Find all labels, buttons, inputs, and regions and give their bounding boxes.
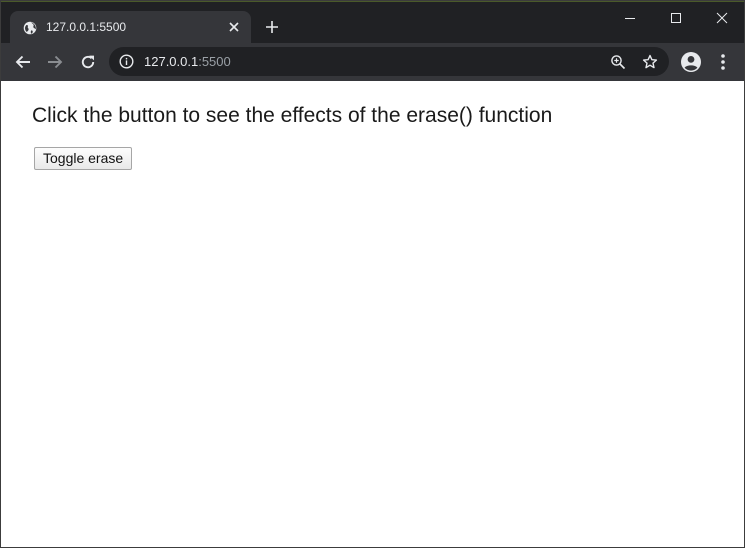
globe-icon: [23, 21, 37, 35]
window-close-icon[interactable]: [699, 4, 744, 32]
tab-strip: 127.0.0.1:5500: [1, 1, 744, 45]
url-port: :5500: [198, 54, 231, 69]
profile-icon[interactable]: [680, 51, 702, 73]
tab-title: 127.0.0.1:5500: [46, 20, 127, 34]
forward-arrow-icon[interactable]: [43, 50, 67, 74]
new-tab-icon[interactable]: [261, 16, 283, 38]
toolbar: 127.0.0.1:5500: [1, 43, 744, 81]
url-host: 127.0.0.1: [144, 54, 199, 69]
browser-window: 127.0.0.1:5500 127.0.0.1:5500 Click the …: [0, 0, 745, 548]
tab-close-icon[interactable]: [226, 19, 242, 35]
back-arrow-icon[interactable]: [11, 50, 35, 74]
reload-icon[interactable]: [76, 50, 100, 74]
url-text: 127.0.0.1:5500: [144, 54, 231, 69]
more-vert-icon[interactable]: [713, 51, 733, 73]
toggle-erase-button[interactable]: Toggle erase: [34, 147, 133, 170]
page-heading: Click the button to see the effects of t…: [32, 104, 553, 127]
browser-tab[interactable]: 127.0.0.1:5500: [10, 11, 251, 45]
address-bar[interactable]: 127.0.0.1:5500: [109, 47, 669, 76]
minimize-icon[interactable]: [607, 4, 653, 32]
info-icon[interactable]: [119, 54, 134, 69]
page-content: Click the button to see the effects of t…: [1, 81, 744, 547]
star-icon[interactable]: [641, 53, 659, 71]
zoom-icon[interactable]: [609, 53, 627, 71]
maximize-icon[interactable]: [653, 4, 699, 32]
